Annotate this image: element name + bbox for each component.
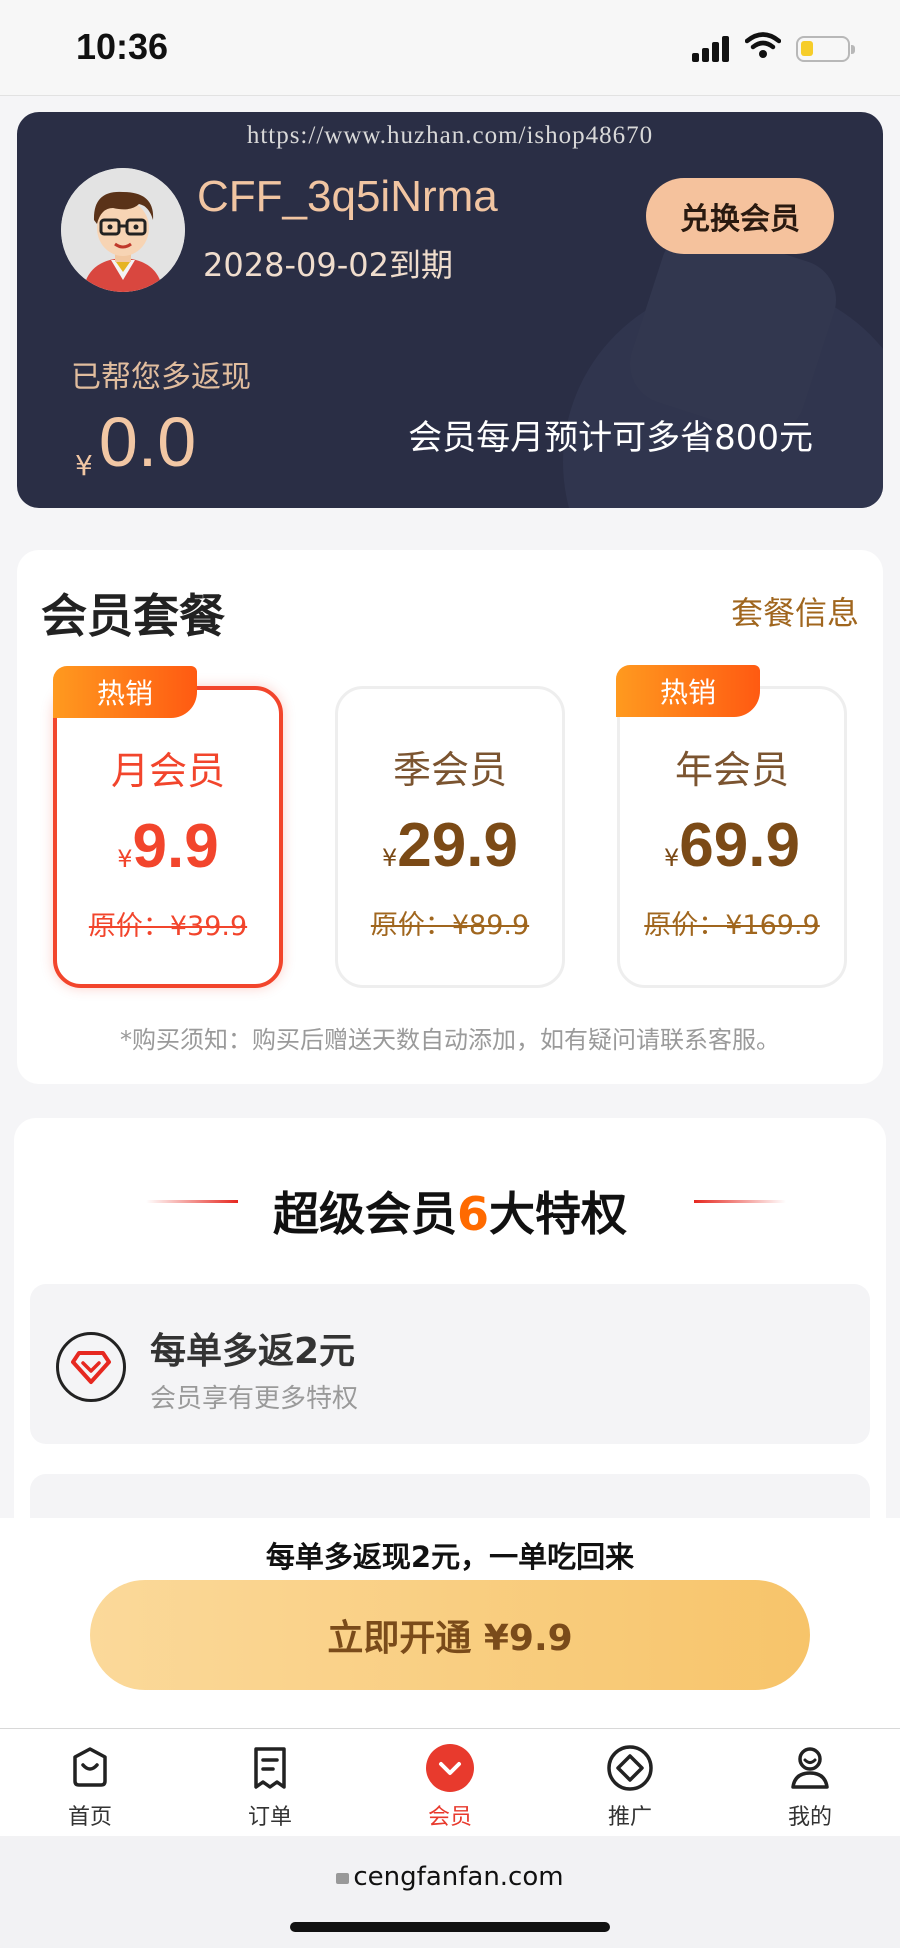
perks-count: 6	[456, 1187, 489, 1241]
perks-title-prefix: 超级会员	[272, 1187, 457, 1241]
home-indicator[interactable]	[290, 1922, 610, 1932]
currency-symbol: ¥	[75, 449, 93, 482]
perk-title: 每单多返2元	[150, 1331, 356, 1372]
plan-price: ¥29.9	[338, 810, 562, 881]
plans-title: 会员套餐	[41, 589, 225, 643]
plan-monthly[interactable]: 热销 月会员 ¥9.9 原价：¥39.9	[53, 666, 283, 988]
home-icon	[73, 1747, 107, 1787]
cashback-label: 已帮您多返现	[71, 360, 251, 395]
divider	[694, 1200, 786, 1203]
monthly-savings-note: 会员每月预计可多省800元	[408, 418, 813, 458]
plan-price-value: 69.9	[679, 811, 800, 880]
username: CFF_3q5iNrma	[197, 172, 498, 221]
tab-label: 会员	[427, 1805, 472, 1830]
wifi-icon	[745, 32, 781, 58]
url-text: cengfanfan.com	[353, 1862, 564, 1892]
tab-orders[interactable]: 订单	[210, 1743, 330, 1831]
currency-symbol: ¥	[664, 844, 680, 872]
plan-price-value: 9.9	[132, 812, 219, 881]
membership-expiry: 2028-09-02到期	[203, 246, 453, 284]
currency-symbol: ¥	[382, 844, 398, 872]
perk-item: 每单多返2元 会员享有更多特权	[30, 1284, 870, 1444]
hot-badge: 热销	[53, 666, 197, 718]
cashback-amount: ¥0.0	[75, 402, 196, 482]
tab-home[interactable]: 首页	[30, 1743, 150, 1831]
tab-profile[interactable]: 我的	[750, 1743, 870, 1831]
hot-badge: 热销	[616, 665, 760, 717]
plan-name: 季会员	[392, 748, 507, 792]
lock-icon	[336, 1873, 350, 1884]
perk-subtitle: 会员享有更多特权	[150, 1384, 359, 1414]
currency-symbol: ¥	[117, 845, 133, 873]
tab-label: 订单	[247, 1805, 292, 1830]
plan-price: ¥69.9	[620, 810, 844, 881]
membership-plans-card: 会员套餐 套餐信息 热销 月会员 ¥9.9 原价：¥39.9 季会员 ¥29.9…	[17, 550, 883, 1084]
plan-info-link[interactable]: 套餐信息	[731, 588, 859, 634]
cta-area: 每单多返现2元，一单吃回来 立即开通 ¥9.9	[0, 1518, 900, 1728]
tab-promote[interactable]: 推广	[570, 1743, 690, 1831]
profile-icon	[791, 1747, 829, 1789]
perks-title-suffix: 大特权	[489, 1187, 627, 1241]
plan-name: 年会员	[674, 748, 789, 792]
cashback-value: 0.0	[98, 403, 197, 481]
plan-original-price: 原价：¥39.9	[88, 911, 248, 942]
perks-card: 超级会员6大特权 每单多返2元 会员享有更多特权	[14, 1118, 886, 1558]
diamond-icon	[56, 1332, 126, 1402]
avatar[interactable]	[61, 168, 185, 292]
watermark-text: https://www.huzhan.com/ishop48670	[246, 122, 654, 149]
tab-label: 推广	[607, 1805, 652, 1830]
battery-icon	[796, 36, 855, 62]
tab-member[interactable]: 会员	[390, 1743, 510, 1831]
status-bar: 10:36	[0, 0, 900, 96]
plan-original-price: 原价：¥169.9	[644, 910, 820, 941]
order-icon	[254, 1747, 286, 1789]
plan-original-price: 原价：¥89.9	[370, 910, 530, 941]
browser-url-bar[interactable]: cengfanfan.com	[0, 1836, 900, 1948]
plan-price: ¥9.9	[57, 811, 279, 882]
redeem-membership-button[interactable]: 兑换会员	[646, 178, 834, 254]
status-time: 10:36	[76, 26, 169, 67]
activate-button[interactable]: 立即开通 ¥9.9	[90, 1580, 810, 1690]
promote-icon	[607, 1745, 653, 1791]
plan-yearly[interactable]: 热销 年会员 ¥69.9 原价：¥169.9	[616, 665, 847, 988]
cta-tip: 每单多返现2元，一单吃回来	[265, 1540, 635, 1574]
plan-quarterly[interactable]: 季会员 ¥29.9 原价：¥89.9	[335, 686, 565, 988]
url-display[interactable]: cengfanfan.com	[0, 1862, 900, 1892]
purchase-note: *购买须知：购买后赠送天数自动添加，如有疑问请联系客服。	[120, 1026, 780, 1054]
tab-label: 首页	[67, 1805, 112, 1830]
plan-price-value: 29.9	[397, 811, 518, 880]
member-icon	[426, 1744, 474, 1792]
tab-label: 我的	[787, 1805, 832, 1830]
perks-title: 超级会员6大特权	[14, 1178, 886, 1244]
signal-icon	[692, 34, 732, 62]
member-card: https://www.huzhan.com/ishop48670 CFF_3q…	[17, 112, 883, 508]
plan-name: 月会员	[110, 749, 225, 793]
tab-bar: 首页 订单 会员 推广 我的	[0, 1728, 900, 1836]
